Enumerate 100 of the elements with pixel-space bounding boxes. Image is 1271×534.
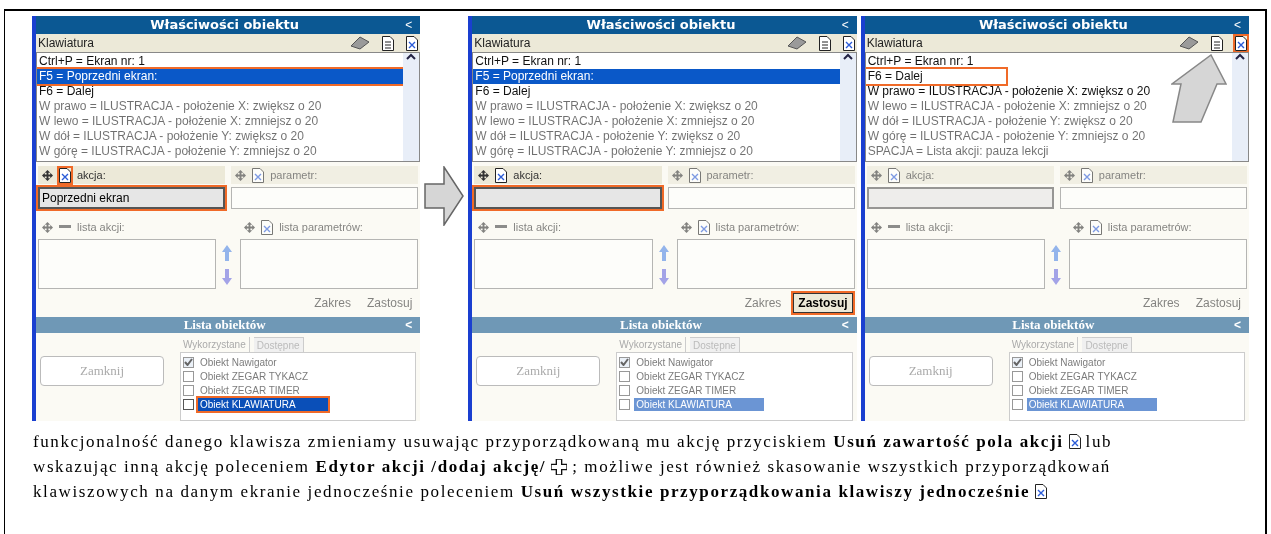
objects-tab[interactable]: Wykorzystane — [616, 337, 687, 352]
object-list-item[interactable]: Obiekt ZEGAR TIMER — [1011, 383, 1242, 397]
action-field[interactable] — [866, 187, 1054, 209]
collapse-button[interactable]: < — [405, 19, 413, 31]
checkbox[interactable] — [183, 398, 194, 410]
minus-icon[interactable] — [887, 224, 900, 230]
checkbox[interactable] — [183, 384, 194, 396]
eraser-icon[interactable] — [786, 36, 807, 50]
panel-button[interactable]: Zakres — [310, 293, 355, 313]
key-list-item[interactable]: Ctrl+P = Ekran nr: 1 — [473, 54, 614, 69]
object-list-item[interactable]: Obiekt ZEGAR TIMER — [619, 383, 850, 397]
scrollbar[interactable] — [1232, 53, 1248, 161]
key-list-item[interactable]: F6 = Dalej — [865, 69, 1006, 84]
object-list-item[interactable]: Obiekt ZEGAR TYKACZ — [619, 369, 850, 383]
checkbox[interactable] — [619, 384, 631, 396]
delete-document-icon[interactable] — [1035, 484, 1048, 499]
checkbox[interactable] — [619, 370, 631, 382]
panel-button[interactable]: Zakres — [1138, 293, 1184, 313]
parameter-field[interactable] — [667, 187, 855, 209]
scroll-up-icon[interactable] — [842, 53, 853, 61]
parameter-field[interactable] — [231, 187, 419, 209]
up-arrow-icon[interactable] — [222, 245, 233, 261]
checkbox[interactable] — [1011, 370, 1023, 382]
checkbox[interactable] — [183, 356, 194, 368]
object-list-item[interactable]: Obiekt ZEGAR TYKACZ — [1011, 369, 1242, 383]
parameter-list-box[interactable] — [240, 239, 419, 289]
checkbox[interactable] — [1011, 356, 1023, 368]
minus-icon[interactable] — [59, 224, 71, 230]
key-list-item[interactable]: Ctrl+P = Ekran nr: 1 — [37, 54, 177, 69]
delete-all-icon[interactable] — [406, 35, 419, 51]
object-list-item[interactable]: Obiekt Nawigator — [183, 355, 414, 369]
key-list-item[interactable]: F6 = Dalej — [37, 84, 177, 99]
action-list-box[interactable] — [474, 239, 653, 289]
object-list-item[interactable]: Obiekt Nawigator — [1011, 355, 1242, 369]
scroll-up-icon[interactable] — [1235, 53, 1245, 61]
panel-button[interactable]: Zastosuj — [1191, 293, 1245, 313]
scrollbar[interactable] — [839, 53, 856, 161]
delete-document-icon[interactable] — [59, 167, 71, 183]
key-list-item[interactable]: F6 = Dalej — [473, 84, 614, 99]
key-list-item[interactable]: W lewo = ILUSTRACJA - położenie X: zmniejsz o 20 — [473, 114, 757, 129]
key-list-item[interactable]: F5 = Poprzedni ekran: — [37, 69, 404, 84]
object-list-item[interactable]: Obiekt KLAWIATURA — [1011, 397, 1242, 411]
close-button[interactable]: Zamknij — [868, 356, 993, 386]
move-icon[interactable] — [478, 169, 490, 181]
panel-button[interactable]: Zastosuj — [793, 293, 853, 313]
key-list-item[interactable]: W prawo = ILUSTRACJA - położenie X: zwiększ o 20 — [37, 99, 324, 114]
key-list-item[interactable]: Ctrl+P = Ekran nr: 1 — [865, 54, 1006, 69]
delete-document-icon[interactable] — [1068, 434, 1081, 449]
delete-document-icon[interactable] — [495, 167, 508, 183]
objects-tab[interactable]: Wykorzystane — [1008, 337, 1079, 352]
move-icon[interactable] — [42, 169, 53, 181]
key-list-item[interactable]: W górę = ILUSTRACJA - położenie Y: zmniejsz o 20 — [37, 144, 319, 159]
action-field[interactable]: Poprzedni ekran — [38, 187, 226, 209]
checkbox[interactable] — [183, 370, 194, 382]
object-list-item[interactable]: Obiekt ZEGAR TIMER — [183, 383, 414, 397]
up-arrow-icon[interactable] — [658, 245, 669, 261]
parameter-field[interactable] — [1059, 187, 1247, 209]
up-arrow-icon[interactable] — [1050, 245, 1061, 261]
down-arrow-icon[interactable] — [222, 269, 233, 285]
key-list-item[interactable]: W dół = ILUSTRACJA - położenie Y: zwiększ o 20 — [865, 114, 1135, 129]
down-arrow-icon[interactable] — [658, 269, 669, 285]
key-list-item[interactable]: W dół = ILUSTRACJA - położenie Y: zwiększ o 20 — [37, 129, 306, 144]
key-list-item[interactable]: W prawo = ILUSTRACJA - położenie X: zwiększ o 20 — [473, 99, 760, 114]
parameter-list-box[interactable] — [676, 239, 855, 289]
action-list-box[interactable] — [866, 239, 1045, 289]
key-list-item[interactable]: W lewo = ILUSTRACJA - położenie X: zmniejsz o 20 — [37, 114, 321, 129]
key-list-item[interactable]: SPACJA = Lista akcji: pauza lekcji — [865, 144, 1051, 159]
checkbox[interactable] — [619, 356, 631, 368]
key-list-item[interactable]: W lewo = ILUSTRACJA - położenie X: zmniejsz o 20 — [865, 99, 1149, 114]
collapse-button[interactable]: < — [841, 19, 849, 31]
collapse-icon[interactable]: < — [1233, 316, 1241, 334]
eraser-icon[interactable] — [1179, 36, 1199, 50]
collapse-button[interactable]: < — [1233, 19, 1241, 31]
key-list-item[interactable]: W górę = ILUSTRACJA - położenie Y: zmniejsz o 20 — [473, 144, 755, 159]
scrollbar[interactable] — [403, 53, 420, 161]
object-list-item[interactable]: Obiekt KLAWIATURA — [183, 397, 414, 411]
scroll-up-icon[interactable] — [406, 53, 417, 61]
object-list-item[interactable]: Obiekt Nawigator — [619, 355, 850, 369]
down-arrow-icon[interactable] — [1050, 269, 1061, 285]
object-list-item[interactable]: Obiekt ZEGAR TYKACZ — [183, 369, 414, 383]
key-list-item[interactable]: W prawo = ILUSTRACJA - położenie X: zwiększ o 20 — [865, 84, 1153, 99]
objects-tab[interactable]: Wykorzystane — [180, 337, 250, 352]
close-button[interactable]: Zamknij — [40, 356, 164, 386]
key-list-item[interactable]: W dół = ILUSTRACJA - położenie Y: zwiększ o 20 — [473, 129, 743, 144]
eraser-icon[interactable] — [350, 36, 371, 50]
parameter-list-box[interactable] — [1068, 239, 1247, 289]
delete-all-icon[interactable] — [1235, 35, 1247, 51]
checkbox[interactable] — [1011, 398, 1023, 410]
checkbox[interactable] — [1011, 384, 1023, 396]
delete-all-icon[interactable] — [842, 35, 855, 51]
panel-button[interactable]: Zastosuj — [362, 293, 417, 313]
object-list-item[interactable]: Obiekt KLAWIATURA — [619, 397, 850, 411]
close-button[interactable]: Zamknij — [476, 356, 601, 386]
key-list-item[interactable]: W górę = ILUSTRACJA - położenie Y: zmniejsz o 20 — [865, 129, 1148, 144]
collapse-icon[interactable]: < — [405, 316, 413, 334]
document-icon[interactable] — [1211, 35, 1223, 51]
panel-button[interactable]: Zakres — [740, 293, 786, 313]
key-list-item[interactable]: F5 = Poprzedni ekran: — [473, 69, 840, 84]
minus-icon[interactable] — [495, 224, 508, 230]
document-icon[interactable] — [382, 35, 395, 51]
